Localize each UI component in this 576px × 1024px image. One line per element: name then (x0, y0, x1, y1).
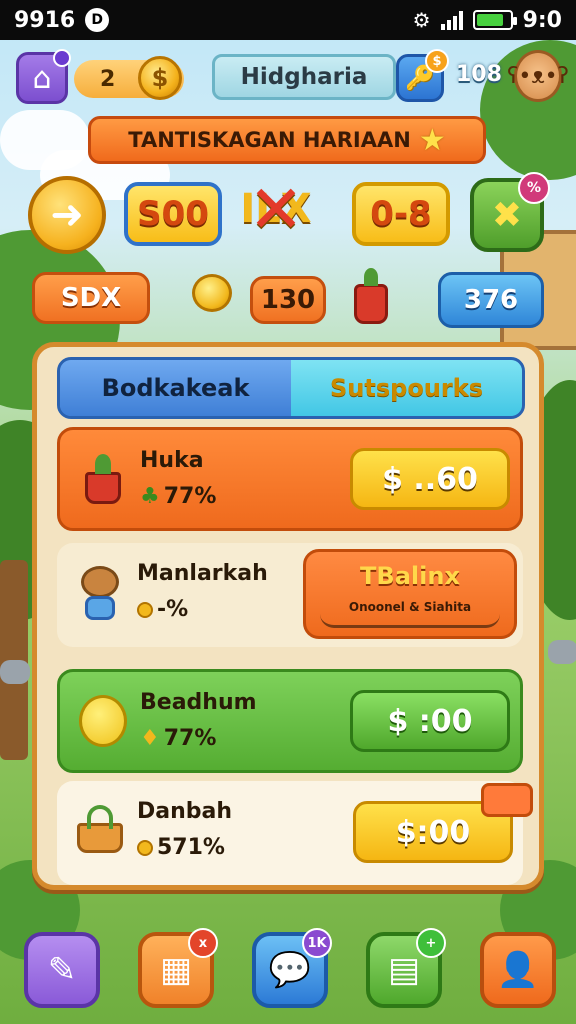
plant-pot-icon (346, 268, 396, 328)
cross-mark-icon: ✕ (248, 170, 304, 248)
item-name: Danbah (137, 799, 233, 824)
gem-count: 108 (456, 62, 502, 87)
item-stat: -% (137, 597, 188, 622)
score-376: 376 (438, 272, 544, 328)
plant-pot-icon (72, 448, 134, 510)
buy-button[interactable]: $ :00 (350, 690, 510, 752)
coin-icon (137, 840, 153, 856)
status-left-text: 9916 (14, 7, 76, 33)
gift-badge: x (188, 928, 218, 958)
chip-08[interactable]: 0-8 (352, 182, 450, 246)
list-item[interactable]: Huka ♣ 77% $ ..60 (57, 427, 523, 531)
list-item[interactable]: Beadhum ♦ 77% $ :00 (57, 669, 523, 773)
item-name: Manlarkah (137, 561, 268, 586)
x-reward-button[interactable]: ✖ % (470, 172, 550, 252)
item-stat: ♣ 77% (140, 484, 217, 509)
item-stat: ♦ 77% (140, 726, 217, 751)
page-title: Hidgharia (212, 54, 396, 100)
nav-gift-button[interactable]: ▦ x (138, 928, 218, 1008)
nav-draw-button[interactable]: ✎ (24, 932, 100, 1008)
ribbon-tag-icon (481, 783, 533, 817)
nav-profile-button[interactable]: 👤 (480, 932, 556, 1008)
daily-event-banner[interactable]: TANTISKAGAN HARIAAN ★ (88, 116, 486, 164)
x-star-icon: ✖ (491, 194, 523, 236)
basket-icon (69, 797, 131, 859)
chat-badge: 1K (302, 928, 332, 958)
item-name: Huka (140, 448, 204, 473)
leaf-icon: ♣ (140, 484, 160, 509)
bear-face-icon: ʕ•ᴥ•ʔ (507, 64, 569, 89)
item-stat: 571% (137, 835, 225, 860)
coin-count: 2 (100, 66, 116, 92)
chat-icon: 💬 (268, 950, 312, 990)
arrow-right-button[interactable]: ➜ (28, 176, 106, 254)
coin-icon-small (192, 274, 232, 312)
coin-icon: $ (138, 56, 182, 100)
shop-panel: Bodkakeak Sutspourks Huka ♣ 77% $ ..60 Ma… (32, 342, 544, 890)
signal-icon (440, 10, 463, 30)
map-add-icon: ▤ (387, 950, 421, 990)
chick-icon (72, 690, 134, 752)
coin-icon (137, 602, 153, 618)
cable-icon (320, 614, 500, 628)
counter-130: 130 (250, 276, 326, 324)
status-bar: 9916 D ⚙ 9:0 (0, 0, 576, 40)
bottom-nav: ✎ ▦ x 💬 1K ▤ + 👤 (0, 920, 576, 1020)
alarm-icon: ⚙ (412, 8, 431, 32)
item-name: Beadhum (140, 690, 257, 715)
home-icon: ⌂ (32, 60, 52, 96)
hand-icon: ♦ (140, 726, 160, 751)
draw-icon: ✎ (47, 950, 77, 990)
offer-title: TBalinx (360, 562, 460, 590)
key-badge: $ (425, 49, 449, 73)
status-time: 9:0 (522, 7, 562, 33)
tab-bar: Bodkakeak Sutspourks (57, 357, 525, 419)
offer-subtitle: Onoonel & Siahita (348, 600, 472, 614)
bear-icon (69, 563, 131, 625)
map-badge: + (416, 928, 446, 958)
d-circle-icon: D (85, 8, 110, 32)
home-button[interactable]: ⌂ (16, 49, 71, 104)
buy-button[interactable]: $ ..60 (350, 448, 510, 510)
list-item[interactable]: Danbah 571% $:00 (57, 781, 533, 885)
top-header: ⌂ 2 $ Hidgharia 🔑 $ 108 ʕ•ᴥ•ʔ (16, 49, 569, 104)
star-icon: ★ (418, 122, 446, 158)
battery-icon (472, 10, 517, 30)
offer-button[interactable]: TBalinx Onoonel & Siahita (303, 549, 517, 639)
x-badge: % (518, 172, 550, 204)
home-badge (53, 49, 71, 67)
chip-s00[interactable]: S00 (124, 182, 222, 246)
chip-ilx[interactable]: ILX ✕ (228, 171, 324, 248)
arrow-right-icon: ➜ (50, 192, 84, 238)
tab-sutspourks[interactable]: Sutspourks (291, 360, 522, 416)
nav-map-button[interactable]: ▤ + (366, 928, 446, 1008)
key-button[interactable]: 🔑 $ (396, 49, 449, 102)
nav-chat-button[interactable]: 💬 1K (252, 928, 332, 1008)
profile-icon: 👤 (496, 950, 540, 990)
list-item[interactable]: Manlarkah -% TBalinx Onoonel & Siahita (57, 543, 523, 647)
avatar[interactable]: ʕ•ᴥ•ʔ (507, 50, 569, 102)
tab-bodkakeak[interactable]: Bodkakeak (60, 360, 291, 416)
gift-box-icon: ▦ (159, 950, 193, 990)
banner-label: TANTISKAGAN HARIAAN (128, 128, 411, 152)
sdx-pill[interactable]: SDX (32, 272, 150, 324)
